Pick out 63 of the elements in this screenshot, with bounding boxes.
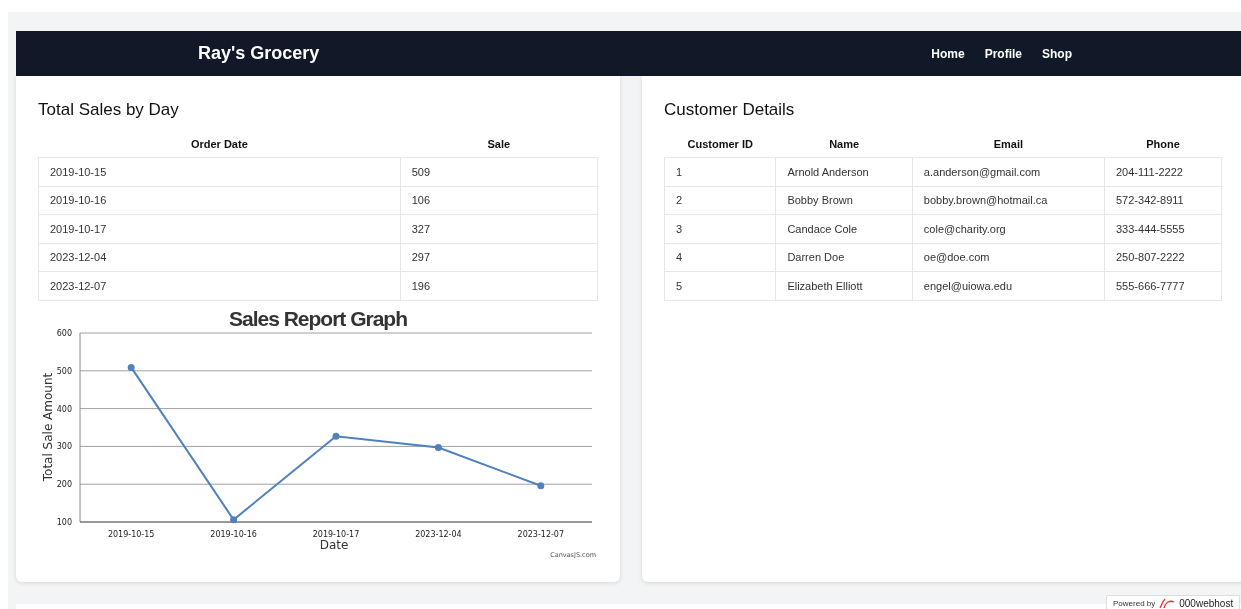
y-axis-title: Total Sale Amount [41, 372, 55, 481]
table-cell: 3 [664, 214, 776, 243]
table-cell: cole@charity.org [912, 214, 1105, 243]
table-cell: 333-444-5555 [1104, 214, 1222, 243]
data-point [434, 443, 442, 451]
table-cell: 1 [664, 157, 776, 186]
table-cell: Elizabeth Elliott [775, 271, 913, 300]
data-point [127, 363, 135, 371]
table-cell: Bobby Brown [775, 186, 913, 215]
column-header: Email [912, 138, 1105, 158]
y-tick-label: 600 [56, 328, 72, 338]
x-tick-label: 2019-10-15 [107, 529, 155, 539]
data-point [537, 481, 545, 489]
table-cell: 2019-10-17 [38, 214, 401, 243]
table-cell: 5 [664, 271, 776, 300]
y-tick-label: 100 [56, 517, 72, 527]
y-tick-label: 200 [56, 479, 72, 489]
table-cell: Arnold Anderson [775, 157, 913, 186]
table-cell: 509 [400, 157, 598, 186]
nav-link[interactable]: Home [931, 46, 965, 61]
table-cell: 572-342-8911 [1104, 186, 1222, 215]
x-tick-label: 2019-10-16 [210, 529, 257, 539]
table-cell: 555-666-7777 [1104, 271, 1222, 300]
card-title: Customer Details [664, 99, 796, 121]
x-tick-label: 2023-12-04 [415, 529, 462, 539]
table-cell: 2 [664, 186, 776, 215]
table-cell: 196 [400, 271, 598, 300]
column-header: Name [775, 138, 913, 158]
table-cell: 2023-12-07 [38, 271, 401, 300]
data-point [230, 515, 238, 523]
brand-name[interactable]: Ray's Grocery [198, 43, 320, 64]
table-cell: Candace Cole [775, 214, 913, 243]
table-cell: 2023-12-04 [38, 243, 401, 272]
table-cell: 2019-10-16 [38, 186, 401, 215]
nav-link[interactable]: Profile [984, 46, 1022, 61]
nav-link[interactable]: Shop [1042, 46, 1072, 61]
data-point [332, 432, 340, 440]
hosting-badge[interactable]: Powered by 000webhost [1106, 595, 1241, 609]
table-cell: 204-111-2222 [1104, 157, 1222, 186]
x-tick-label: 2019-10-17 [312, 529, 360, 539]
y-tick-label: 400 [56, 404, 72, 414]
table-cell: 4 [664, 243, 776, 272]
x-tick-label: 2023-12-07 [517, 529, 565, 539]
table-cell: a.anderson@gmail.com [912, 157, 1105, 186]
table-cell: oe@doe.com [912, 243, 1105, 272]
column-header: Customer ID [664, 138, 776, 158]
table-cell: 297 [400, 243, 598, 272]
table-cell: engel@uiowa.edu [912, 271, 1105, 300]
table-cell: bobby.brown@hotmail.ca [912, 186, 1105, 215]
card-title: Total Sales by Day [38, 99, 180, 121]
swirl-icon [1159, 598, 1176, 609]
y-tick-label: 500 [56, 366, 72, 376]
y-tick-label: 300 [56, 441, 72, 451]
table-cell: 106 [400, 186, 598, 215]
chart-title: Sales Report Graph [228, 306, 408, 330]
x-axis-title: Date [319, 537, 349, 552]
table-cell: 327 [400, 214, 598, 243]
column-header: Sale [400, 138, 598, 158]
table-cell: Darren Doe [775, 243, 913, 272]
table-cell: 250-807-2222 [1104, 243, 1222, 272]
column-header: Order Date [38, 138, 401, 158]
table-cell: 2019-10-15 [38, 157, 401, 186]
column-header: Phone [1104, 138, 1222, 158]
